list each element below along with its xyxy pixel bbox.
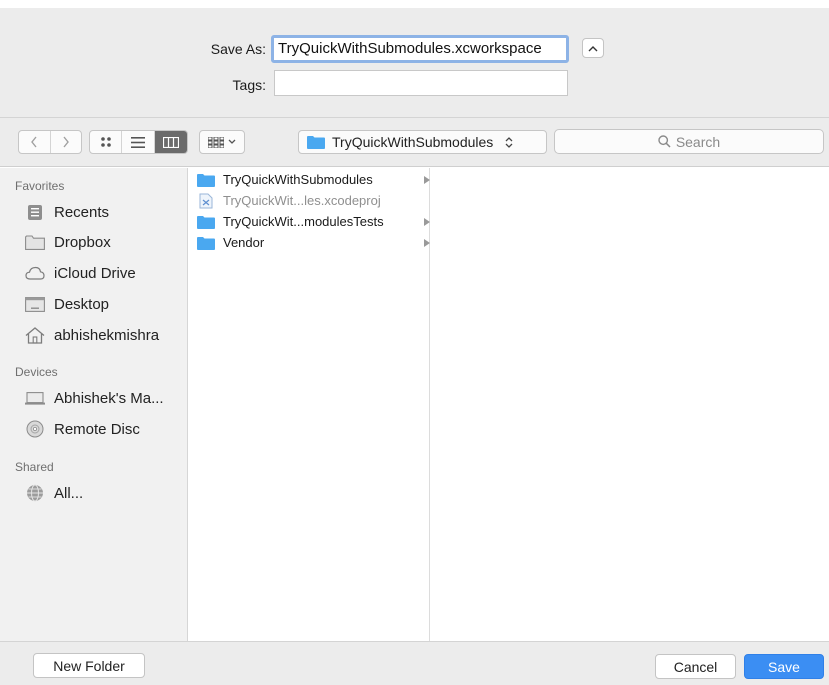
- folder-icon: [197, 215, 215, 229]
- path-popup-label: TryQuickWithSubmodules: [332, 134, 494, 150]
- sidebar-item-remote-disc[interactable]: Remote Disc: [25, 416, 140, 442]
- back-button[interactable]: [19, 131, 51, 153]
- sidebar-item-home[interactable]: abhishekmishra: [25, 322, 159, 348]
- laptop-icon: [25, 389, 45, 407]
- browser-column-empty: [431, 168, 829, 641]
- folder-icon: [307, 136, 325, 149]
- sidebar: Favorites Recents Dropbox iCloud Drive D…: [0, 168, 188, 641]
- disc-icon: [25, 420, 45, 438]
- desktop-icon: [25, 295, 45, 313]
- cancel-button[interactable]: Cancel: [655, 654, 736, 679]
- recents-icon: [25, 203, 45, 221]
- arrange-grid-icon: [208, 136, 224, 148]
- view-mode-control: [89, 130, 188, 154]
- sidebar-item-label: Remote Disc: [54, 420, 140, 438]
- chevron-down-icon: [228, 139, 236, 144]
- sidebar-item-recents[interactable]: Recents: [25, 199, 109, 225]
- tags-label: Tags:: [232, 77, 266, 93]
- file-row[interactable]: Vendor: [197, 232, 430, 253]
- list-view-button[interactable]: [122, 131, 155, 153]
- network-icon: [25, 484, 45, 502]
- path-popup[interactable]: TryQuickWithSubmodules: [298, 130, 547, 154]
- forward-button[interactable]: [51, 131, 82, 153]
- sidebar-item-icloud-drive[interactable]: iCloud Drive: [25, 260, 136, 286]
- disclosure-arrow-icon: [424, 217, 430, 226]
- browser-column: TryQuickWithSubmodules TryQuickWit...les…: [189, 168, 430, 641]
- save-as-label: Save As:: [210, 41, 266, 57]
- sidebar-item-dropbox[interactable]: Dropbox: [25, 229, 111, 255]
- sidebar-item-label: Abhishek's Ma...: [54, 389, 164, 407]
- file-row[interactable]: TryQuickWit...modulesTests: [197, 211, 430, 232]
- sidebar-item-label: abhishekmishra: [54, 326, 160, 344]
- chevron-up-icon: [588, 45, 598, 51]
- folder-icon: [197, 236, 215, 250]
- arrange-menu-button[interactable]: [199, 130, 245, 154]
- chevron-left-icon: [31, 136, 37, 148]
- home-icon: [25, 326, 45, 344]
- list-view-icon: [131, 136, 146, 148]
- save-button[interactable]: Save: [744, 654, 824, 679]
- sidebar-item-label: iCloud Drive: [54, 264, 136, 282]
- column-view-icon: [162, 136, 179, 148]
- icon-view-icon: [100, 137, 111, 147]
- shared-section-title: Shared: [15, 460, 54, 474]
- sidebar-item-macbook[interactable]: Abhishek's Ma...: [25, 385, 164, 411]
- icon-view-button[interactable]: [90, 131, 123, 153]
- sidebar-item-label: Desktop: [54, 295, 110, 313]
- disclosure-arrow-icon: [424, 175, 430, 184]
- column-view-button[interactable]: [154, 131, 187, 153]
- chevron-right-icon: [63, 136, 69, 148]
- sidebar-item-shared-all[interactable]: All...: [25, 480, 83, 506]
- file-name: TryQuickWit...les.xcodeproj: [223, 193, 381, 208]
- folder-icon: [25, 233, 45, 251]
- file-name: TryQuickWithSubmodules: [223, 172, 373, 187]
- xcodeproj-file-icon: [197, 193, 215, 208]
- cloud-icon: [25, 264, 45, 282]
- favorites-section-title: Favorites: [15, 179, 65, 193]
- sidebar-item-label: All...: [54, 484, 84, 502]
- file-name: Vendor: [223, 235, 265, 250]
- back-forward-control: [18, 130, 82, 154]
- file-row[interactable]: TryQuickWithSubmodules: [197, 169, 430, 190]
- sidebar-item-desktop[interactable]: Desktop: [25, 291, 109, 317]
- collapse-button[interactable]: [582, 38, 604, 58]
- tags-field[interactable]: [274, 70, 568, 96]
- folder-icon: [197, 173, 215, 187]
- file-row[interactable]: TryQuickWit...les.xcodeproj: [197, 190, 423, 211]
- devices-section-title: Devices: [15, 365, 58, 379]
- disclosure-arrow-icon: [424, 238, 430, 247]
- sidebar-item-label: Recents: [54, 203, 110, 221]
- save-as-field[interactable]: TryQuickWithSubmodules.xcworkspace: [271, 35, 569, 63]
- sidebar-item-label: Dropbox: [54, 233, 111, 251]
- up-down-chevron-icon: [505, 136, 513, 148]
- file-name: TryQuickWit...modulesTests: [223, 214, 384, 229]
- search-icon: [658, 135, 671, 148]
- search-field[interactable]: Search: [554, 129, 824, 154]
- new-folder-button[interactable]: New Folder: [33, 653, 145, 678]
- search-placeholder: Search: [675, 133, 721, 150]
